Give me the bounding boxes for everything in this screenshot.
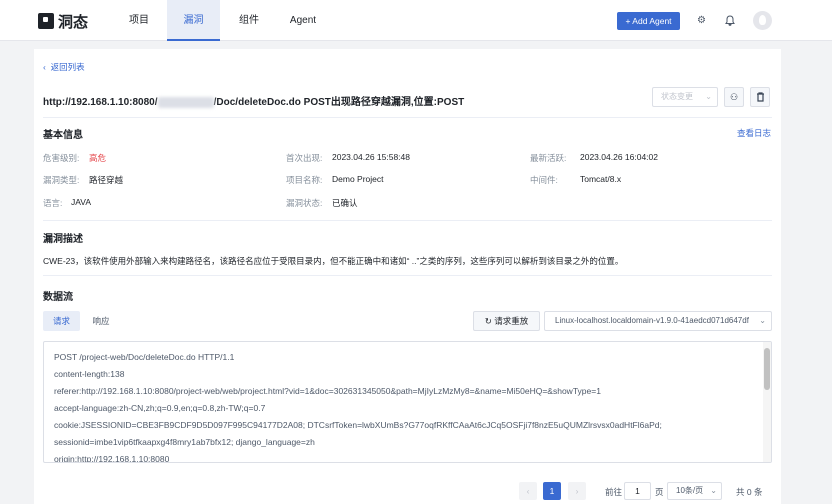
type-label: 漏洞类型:: [43, 175, 80, 185]
logo-icon: [38, 13, 54, 29]
page-title: http://192.168.1.10:8080/project-web/Doc…: [43, 93, 464, 108]
first-seen-label: 首次出现:: [286, 153, 323, 163]
agent-select[interactable]: Linux-localhost.localdomain-v1.9.0-41aed…: [544, 311, 772, 331]
code-line: POST /project-web/Doc/deleteDoc.do HTTP/…: [54, 352, 235, 362]
page-size-select[interactable]: 10条/页 ⌄: [667, 482, 722, 500]
tab-response[interactable]: 响应: [86, 311, 116, 331]
middleware-value: Tomcat/8.x: [580, 174, 622, 184]
masked-host: project-web: [157, 97, 214, 108]
delete-button[interactable]: [750, 87, 770, 107]
code-line: cookie:JSESSIONID=CBE3FB9CDF9D5D097F995C…: [54, 420, 662, 430]
goto-label: 前往: [605, 487, 623, 497]
status-change-select[interactable]: 状态变更 ⌄: [652, 87, 718, 107]
code-line: content-length:138: [54, 369, 125, 379]
nav-item-agent[interactable]: Agent: [283, 0, 323, 41]
nav-item-vulnerabilities[interactable]: 漏洞: [167, 0, 220, 41]
chevron-down-icon: ⌄: [757, 312, 766, 330]
view-log-link[interactable]: 查看日志: [737, 127, 771, 139]
description-text: CWE-23，该软件使用外部输入来构建路径名，该路径名应位于受限目录内，但不能正…: [43, 256, 624, 266]
description-title: 漏洞描述: [43, 234, 83, 245]
state-value: 已确认: [332, 198, 358, 208]
chevron-left-icon: ‹: [526, 486, 530, 496]
divider: [43, 275, 772, 276]
prev-page-button[interactable]: ‹: [519, 482, 537, 500]
language-value: JAVA: [71, 197, 91, 207]
basic-info-title: 基本信息: [43, 130, 83, 141]
replay-request-button[interactable]: ↻ 请求重放: [473, 311, 540, 331]
project-label: 项目名称:: [286, 175, 323, 185]
code-line: accept-language:zh-CN,zh;q=0.9,en;q=0.8,…: [54, 403, 266, 413]
top-navbar: 洞态 项目 漏洞 组件 Agent + Add Agent ⚙: [0, 0, 832, 41]
goto-page-input[interactable]: 1: [624, 482, 651, 500]
nav-item-projects[interactable]: 项目: [120, 0, 158, 41]
status-select-placeholder: 状态变更: [661, 92, 693, 101]
share-button[interactable]: ⚇: [724, 87, 744, 107]
state-label: 漏洞状态:: [286, 198, 323, 208]
chevron-down-icon: ⌄: [710, 486, 717, 495]
scrollbar[interactable]: [763, 342, 771, 462]
agent-select-value: Linux-localhost.localdomain-v1.9.0-41aed…: [555, 316, 749, 325]
next-page-button[interactable]: ›: [568, 482, 586, 500]
total-count: 共 0 条: [736, 487, 763, 497]
language-label: 语言:: [43, 198, 63, 208]
trash-icon: [756, 92, 764, 102]
page-unit-label: 页: [655, 487, 664, 497]
divider: [43, 220, 772, 221]
logo-text: 洞态: [58, 13, 89, 31]
type-value: 路径穿越: [89, 175, 124, 185]
page-size-value: 10条/页: [676, 486, 704, 495]
tab-request[interactable]: 请求: [43, 311, 80, 331]
chevron-right-icon: ›: [575, 486, 579, 496]
user-share-icon: ⚇: [729, 92, 739, 102]
scroll-thumb[interactable]: [764, 348, 770, 390]
middleware-label: 中间件:: [530, 175, 558, 185]
chevron-left-icon: ‹: [43, 62, 46, 72]
nav-item-components[interactable]: 组件: [230, 0, 268, 41]
title-suffix: /Doc/deleteDoc.do POST出现路径穿越漏洞,位置:POST: [213, 97, 465, 108]
dataflow-title: 数据流: [43, 292, 73, 303]
first-seen-value: 2023.04.26 15:58:48: [332, 152, 410, 162]
chevron-down-icon: ⌄: [705, 92, 712, 101]
code-line: referer:http://192.168.1.10:8080/project…: [54, 386, 601, 396]
level-value: 高危: [89, 153, 107, 163]
add-agent-button[interactable]: + Add Agent: [617, 12, 680, 30]
level-label: 危害级别:: [43, 153, 80, 163]
avatar[interactable]: [753, 11, 772, 30]
page-number-button[interactable]: 1: [543, 482, 561, 500]
back-label: 返回列表: [50, 62, 85, 72]
bell-icon[interactable]: [724, 15, 735, 26]
title-prefix: http://192.168.1.10:8080/: [43, 97, 158, 108]
project-value: Demo Project: [332, 174, 384, 184]
code-line: sessionid=imbe1vip6tfkaapxg4f8mry1ab7bfx…: [54, 437, 315, 447]
latest-active-value: 2023.04.26 16:04:02: [580, 152, 658, 162]
back-to-list-link[interactable]: ‹ 返回列表: [43, 61, 85, 73]
vulnerability-detail-card: ‹ 返回列表 http://192.168.1.10:8080/project-…: [34, 49, 781, 504]
divider: [43, 117, 772, 118]
gear-icon[interactable]: ⚙: [696, 15, 707, 26]
latest-active-label: 最新活跃:: [530, 153, 567, 163]
logo[interactable]: 洞态: [38, 11, 88, 31]
refresh-icon: ↻: [484, 316, 492, 326]
replay-label: 请求重放: [494, 316, 529, 326]
code-line: origin:http://192.168.1.10:8080: [54, 454, 170, 463]
request-code-viewer[interactable]: POST /project-web/Doc/deleteDoc.do HTTP/…: [43, 341, 772, 463]
